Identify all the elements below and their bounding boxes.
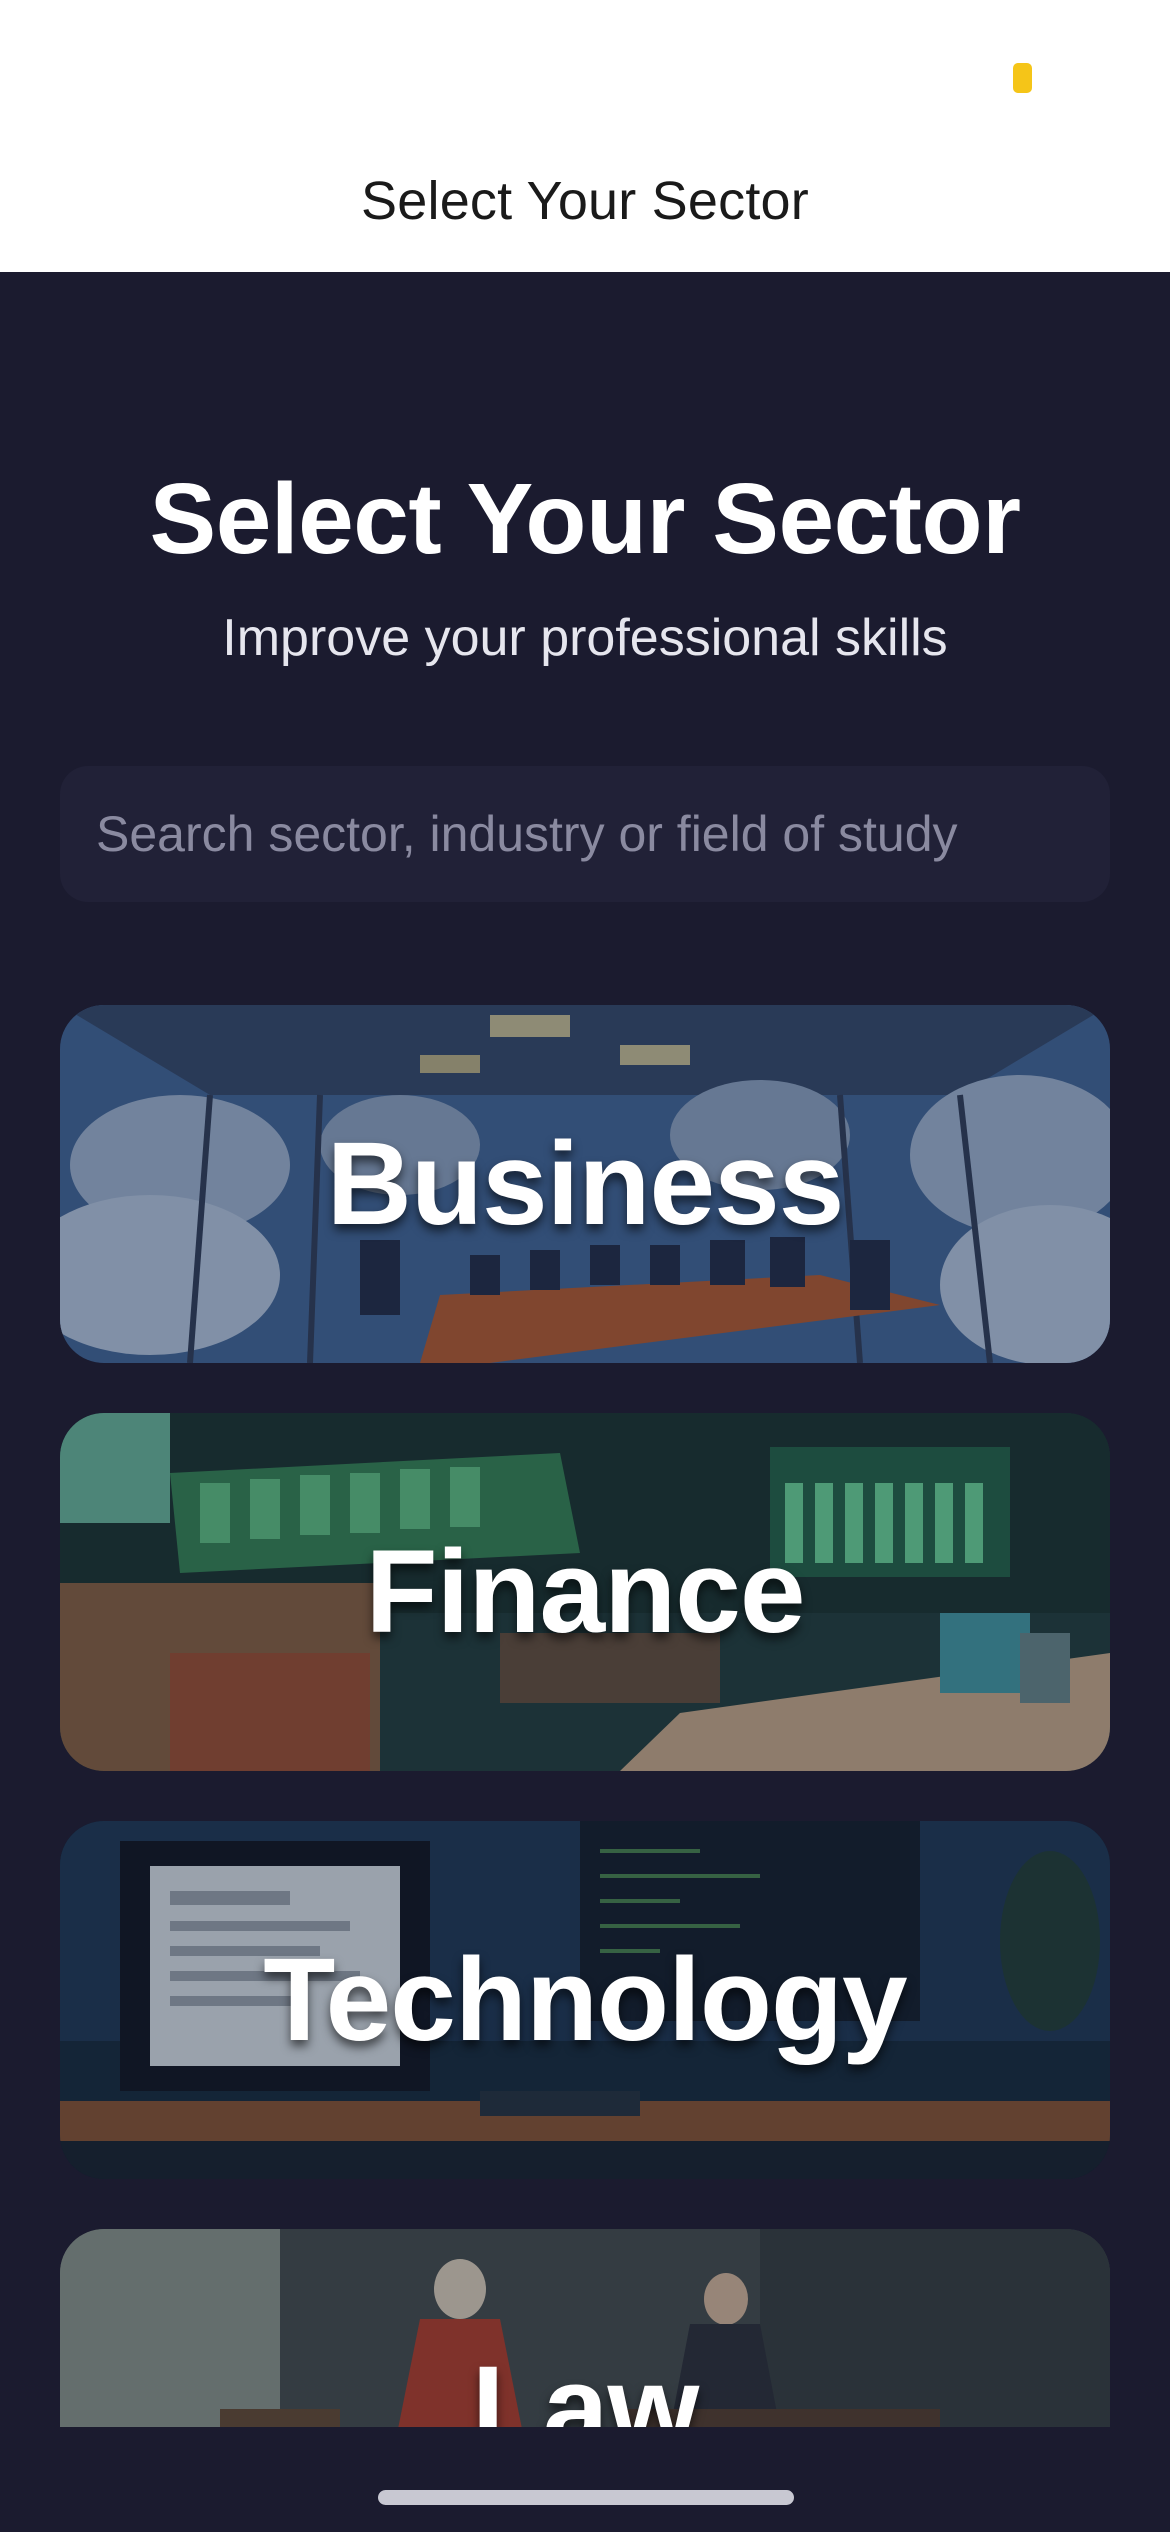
status-indicator-icon	[1013, 63, 1032, 93]
sector-label: Technology	[263, 1934, 907, 2066]
navigation-bar: Select Your Sector	[0, 0, 1170, 272]
sector-label: Business	[326, 1118, 845, 1250]
home-indicator[interactable]	[378, 2490, 794, 2505]
nav-title: Select Your Sector	[361, 171, 809, 231]
sector-label: Finance	[365, 1526, 806, 1658]
page-subtitle: Improve your professional skills	[222, 609, 948, 667]
sector-card-law[interactable]: Law	[60, 2229, 1110, 2427]
sector-label: Law	[471, 2342, 700, 2427]
sector-card-technology[interactable]: Technology	[60, 1821, 1110, 2179]
sector-card-finance[interactable]: Finance	[60, 1413, 1110, 1771]
page-title: Select Your Sector	[149, 463, 1021, 575]
sector-selection-screen: Select Your Sector Select Your Sector Im…	[0, 0, 1170, 2532]
sector-card-business[interactable]: Business	[60, 1005, 1110, 1363]
search-field[interactable]	[60, 766, 1110, 902]
sector-list[interactable]: Business Finance Technology Law	[0, 1005, 1170, 2427]
search-input[interactable]	[60, 766, 1110, 902]
